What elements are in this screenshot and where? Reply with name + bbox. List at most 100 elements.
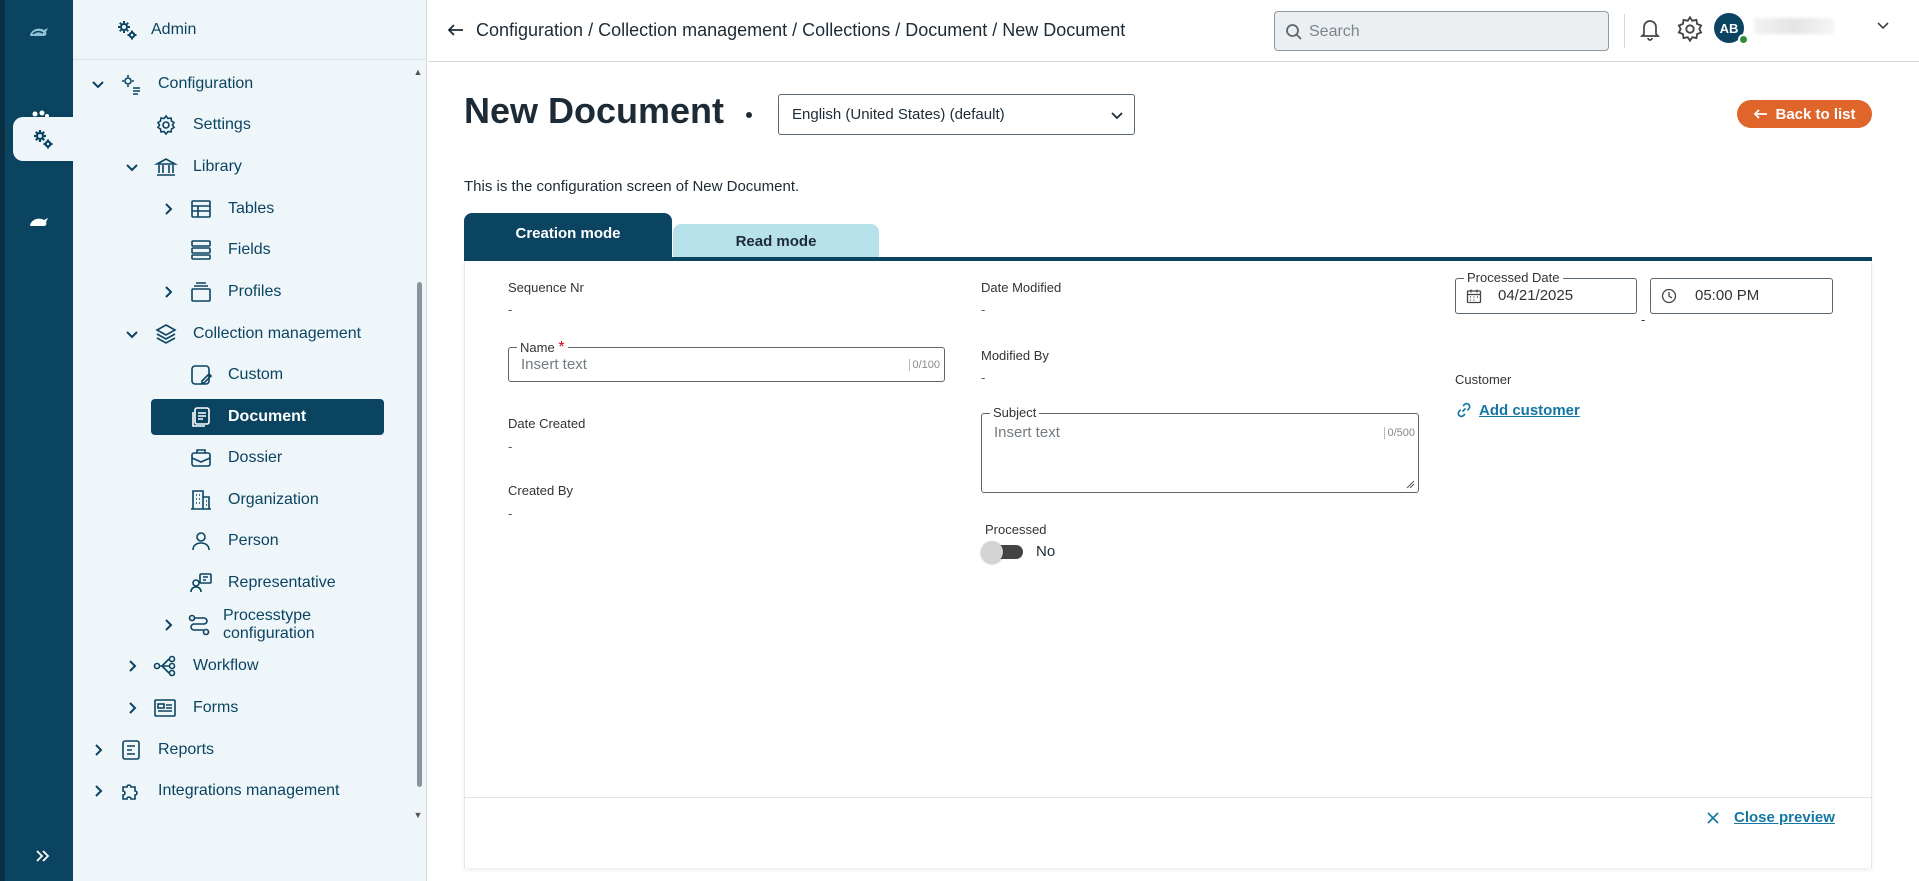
- name-field-legend: Name *: [517, 339, 568, 357]
- sidebar-item-label: Library: [193, 158, 242, 175]
- sidebar-item-fields[interactable]: Fields: [73, 233, 413, 267]
- page-title: New Document: [464, 90, 725, 131]
- sidebar-item-settings[interactable]: Settings: [73, 108, 413, 142]
- processed-value: No: [1036, 543, 1056, 560]
- date-modified-label: Date Modified: [981, 280, 1062, 295]
- sidebar-item-custom[interactable]: Custom: [73, 358, 413, 392]
- processed-time-field[interactable]: 05:00 PM: [1650, 278, 1833, 314]
- sidebar-item-representative[interactable]: Representative: [73, 566, 413, 600]
- search-box[interactable]: [1274, 11, 1609, 51]
- sidebar-item-label: Fields: [228, 241, 271, 258]
- custom-edit-icon: [191, 365, 213, 385]
- sidebar-item-processtype-configuration[interactable]: Processtype configuration: [73, 606, 413, 644]
- sidebar-item-label: Organization: [228, 491, 319, 508]
- settings-gear-icon[interactable]: [1676, 15, 1704, 43]
- sidebar-item-reports[interactable]: Reports: [73, 733, 413, 767]
- chevron-down-icon: [92, 81, 104, 89]
- sidebar-item-label: Processtype configuration: [223, 607, 315, 642]
- fields-icon: [191, 240, 211, 260]
- date-modified-value: -: [981, 302, 986, 317]
- subject-char-counter: 0/500: [1384, 427, 1415, 439]
- tab-read-mode[interactable]: Read mode: [673, 224, 879, 259]
- name-field[interactable]: Name * 0/100: [508, 339, 945, 382]
- sidebar-item-label: Integrations management: [158, 782, 340, 799]
- bell-icon[interactable]: [1638, 16, 1662, 42]
- chevron-down-icon: [126, 331, 138, 339]
- search-input[interactable]: [1309, 21, 1599, 43]
- subject-textarea[interactable]: [994, 424, 1374, 479]
- admin-icon: [118, 21, 137, 40]
- sidebar-item-forms[interactable]: Forms: [73, 691, 413, 725]
- table-icon: [191, 200, 211, 218]
- gear-icon: [156, 114, 176, 136]
- building-icon: [191, 490, 211, 510]
- processed-date-trailing: -: [1641, 312, 1646, 327]
- config-gear-icon: [122, 75, 140, 95]
- name-char-counter: 0/100: [909, 359, 940, 371]
- language-select[interactable]: English (United States) (default): [778, 94, 1135, 135]
- name-input[interactable]: [521, 356, 901, 373]
- sidebar-item-label: Representative: [228, 574, 336, 591]
- sidebar-item-document[interactable]: Document: [151, 399, 384, 435]
- app-logo-icon[interactable]: [5, 10, 73, 54]
- sidebar-item-organization[interactable]: Organization: [73, 483, 413, 517]
- dossier-icon: [191, 449, 211, 467]
- scroll-up-arrow[interactable]: ▲: [413, 68, 423, 77]
- back-to-list-button[interactable]: Back to list: [1737, 100, 1872, 128]
- workflow-icon: [153, 655, 176, 677]
- date-created-value: -: [508, 439, 513, 454]
- sidebar-item-workflow[interactable]: Workflow: [73, 649, 413, 683]
- created-by-label: Created By: [508, 483, 574, 498]
- expand-rail-icon[interactable]: [33, 846, 53, 866]
- subject-field[interactable]: Subject 0/500: [981, 405, 1419, 493]
- document-icon: [192, 407, 210, 427]
- sidebar-item-profiles[interactable]: Profiles: [73, 275, 413, 309]
- reports-icon: [122, 740, 140, 760]
- scroll-down-arrow[interactable]: ▼: [413, 811, 423, 820]
- sidebar-item-dossier[interactable]: Dossier: [73, 441, 413, 475]
- processed-time-value: 05:00 PM: [1695, 287, 1760, 304]
- sequence-nr-label: Sequence Nr: [508, 280, 584, 295]
- cloud-icon[interactable]: [5, 200, 73, 244]
- sidebar-item-library[interactable]: Library: [73, 150, 413, 184]
- person-icon: [192, 532, 210, 551]
- add-customer-label: Add customer: [1479, 401, 1580, 419]
- add-customer-link[interactable]: Add customer: [1455, 401, 1580, 419]
- link-icon: [1457, 402, 1471, 418]
- date-created-label: Date Created: [508, 416, 586, 431]
- library-icon: [154, 158, 178, 176]
- processed-label: Processed: [985, 522, 1047, 537]
- back-arrow-icon[interactable]: [446, 20, 466, 40]
- tab-creation-mode[interactable]: Creation mode: [464, 213, 672, 259]
- admin-gear-icon[interactable]: [13, 117, 73, 161]
- clock-icon[interactable]: [1661, 288, 1677, 304]
- resize-handle-icon[interactable]: [1406, 480, 1415, 489]
- processed-toggle[interactable]: [981, 541, 1023, 563]
- chevron-right-icon: [165, 286, 173, 298]
- search-icon: [1286, 24, 1302, 40]
- sidebar-item-tables[interactable]: Tables: [73, 192, 413, 226]
- processed-date-value: 04/21/2025: [1498, 287, 1574, 304]
- close-preview-label: Close preview: [1734, 809, 1835, 826]
- name-label: Name: [520, 340, 555, 355]
- calendar-icon[interactable]: [1466, 288, 1482, 304]
- divider: [1624, 14, 1625, 48]
- sidebar-item-label: Person: [228, 532, 279, 549]
- breadcrumb[interactable]: Configuration / Collection management / …: [476, 20, 1125, 41]
- chevron-right-icon: [95, 785, 103, 797]
- sidebar-item-person[interactable]: Person: [73, 524, 413, 558]
- sidebar-scrollbar[interactable]: [417, 282, 422, 787]
- sidebar-item-configuration[interactable]: Configuration: [73, 67, 413, 101]
- required-mark: *: [558, 339, 565, 356]
- sidebar-item-label: Workflow: [193, 657, 259, 674]
- sidebar-item-integrations-management[interactable]: Integrations management: [73, 774, 413, 808]
- sidebar-header: Admin: [73, 0, 427, 60]
- sidebar-item-collection-management[interactable]: Collection management: [73, 317, 413, 351]
- chevron-right-icon: [165, 619, 173, 631]
- user-name-blurred[interactable]: [1754, 18, 1834, 34]
- close-preview-button[interactable]: Close preview: [1706, 809, 1835, 826]
- created-by-value: -: [508, 506, 513, 521]
- chevron-down-icon[interactable]: [1876, 18, 1890, 32]
- processed-date-field[interactable]: Processed Date 04/21/2025: [1455, 270, 1637, 314]
- status-indicator: [1738, 34, 1749, 45]
